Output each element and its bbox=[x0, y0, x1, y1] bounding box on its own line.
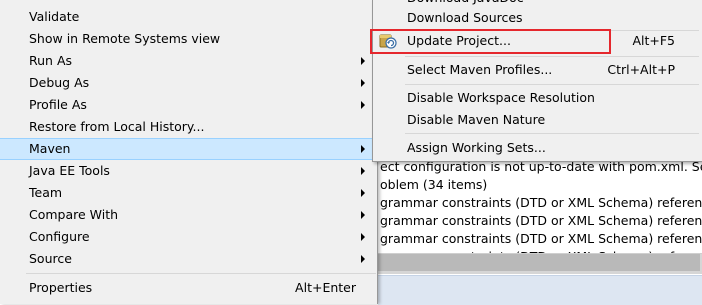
highlight-annotation-box bbox=[370, 29, 611, 54]
maven-submenu: Download JavaDoc Download Sources Update… bbox=[372, 0, 702, 162]
menu-separator bbox=[405, 84, 699, 85]
menu-item-label: Configure bbox=[29, 229, 90, 244]
submenu-arrow-icon bbox=[361, 167, 365, 175]
menu-item-select-maven-profiles[interactable]: Select Maven Profiles... Ctrl+Alt+P bbox=[373, 59, 699, 81]
submenu-arrow-icon bbox=[361, 79, 365, 87]
menu-item-label: Disable Workspace Resolution bbox=[407, 90, 595, 105]
scrollbar-thumb[interactable] bbox=[378, 254, 700, 271]
menu-item-disable-workspace-resolution[interactable]: Disable Workspace Resolution bbox=[373, 87, 699, 109]
menu-item-label: Restore from Local History... bbox=[29, 119, 205, 134]
menu-item-label: Source bbox=[29, 251, 72, 266]
menu-item-show-in-remote-systems[interactable]: Show in Remote Systems view bbox=[0, 28, 376, 50]
menu-item-label: Maven bbox=[29, 141, 71, 156]
menu-item-compare-with[interactable]: Compare With bbox=[0, 204, 376, 226]
menu-item-maven[interactable]: Maven bbox=[0, 138, 376, 160]
menu-item-label: Debug As bbox=[29, 75, 90, 90]
menu-item-label: Profile As bbox=[29, 97, 87, 112]
menu-item-download-sources[interactable]: Download Sources bbox=[373, 7, 699, 29]
menu-item-label: Team bbox=[29, 185, 63, 200]
submenu-arrow-icon bbox=[361, 101, 365, 109]
menu-item-properties[interactable]: Properties Alt+Enter bbox=[0, 277, 376, 299]
submenu-arrow-icon bbox=[361, 145, 365, 153]
submenu-arrow-icon bbox=[361, 255, 365, 263]
menu-item-label: Assign Working Sets... bbox=[407, 140, 546, 155]
menu-separator bbox=[405, 133, 699, 134]
menu-item-debug-as[interactable]: Debug As bbox=[0, 72, 376, 94]
menu-item-disable-maven-nature[interactable]: Disable Maven Nature bbox=[373, 109, 699, 131]
menu-item-restore-local-history[interactable]: Restore from Local History... bbox=[0, 116, 376, 138]
menu-item-label: Validate bbox=[29, 9, 80, 24]
menu-item-label: Select Maven Profiles... bbox=[407, 62, 553, 77]
submenu-arrow-icon bbox=[361, 233, 365, 241]
menu-item-team[interactable]: Team bbox=[0, 182, 376, 204]
menu-item-label: Show in Remote Systems view bbox=[29, 31, 221, 46]
menu-item-java-ee-tools[interactable]: Java EE Tools bbox=[0, 160, 376, 182]
menu-separator bbox=[405, 56, 699, 57]
menu-item-label: Compare With bbox=[29, 207, 119, 222]
menu-item-assign-working-sets[interactable]: Assign Working Sets... bbox=[373, 137, 699, 159]
menu-item-label: Properties bbox=[29, 280, 93, 295]
context-menu: Validate Show in Remote Systems view Run… bbox=[0, 0, 378, 304]
menu-item-profile-as[interactable]: Profile As bbox=[0, 94, 376, 116]
menu-item-label: Disable Maven Nature bbox=[407, 112, 546, 127]
submenu-arrow-icon bbox=[361, 189, 365, 197]
menu-item-accelerator: Alt+Enter bbox=[295, 280, 356, 295]
menu-separator bbox=[26, 273, 376, 274]
menu-item-label: Download Sources bbox=[407, 10, 523, 25]
menu-item-accelerator: Alt+F5 bbox=[632, 33, 675, 48]
menu-item-label: Run As bbox=[29, 53, 73, 68]
submenu-arrow-icon bbox=[361, 57, 365, 65]
menu-item-run-as[interactable]: Run As bbox=[0, 50, 376, 72]
menu-item-accelerator: Ctrl+Alt+P bbox=[607, 62, 675, 77]
menu-item-label: Java EE Tools bbox=[29, 163, 110, 178]
submenu-arrow-icon bbox=[361, 211, 365, 219]
status-area bbox=[378, 275, 702, 305]
menu-item-validate[interactable]: Validate bbox=[0, 6, 376, 28]
menu-item-source[interactable]: Source bbox=[0, 248, 376, 270]
menu-item-configure[interactable]: Configure bbox=[0, 226, 376, 248]
